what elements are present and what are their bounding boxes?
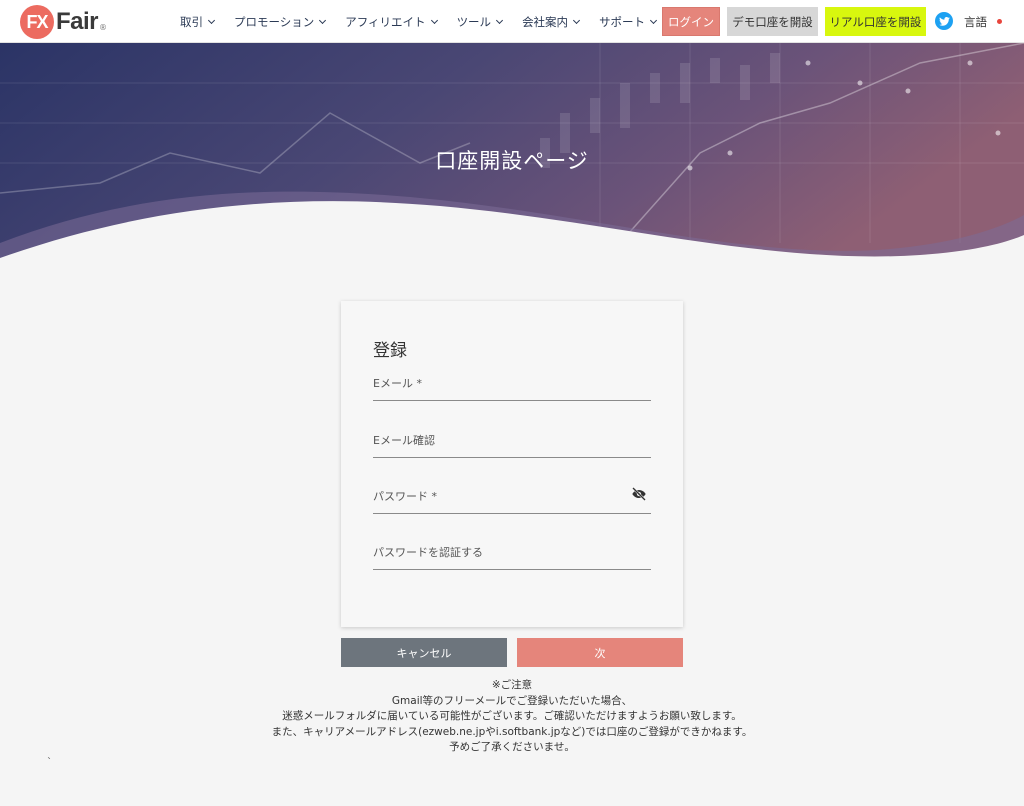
twitter-icon[interactable] [935,12,953,30]
nav-item-affiliate[interactable]: アフィリエイト [345,14,438,30]
site-header: FX Fair ® 取引 プロモーション アフィリエイト ツール 会社案内 サポ… [0,0,1024,43]
notice-heading: ※ご注意 [491,679,533,691]
chevron-down-icon [430,16,438,24]
open-demo-account-button[interactable]: デモ口座を開設 [727,7,818,36]
password-field[interactable]: パスワード * [373,484,651,514]
next-button[interactable]: 次 [517,638,683,667]
eye-off-icon[interactable] [631,486,647,505]
nav-item-company[interactable]: 会社案内 [522,14,581,30]
email-confirm-field[interactable]: Eメール確認 [373,428,651,458]
notice-block: ※ご注意 Gmail等のフリーメールでご登録いただいた場合、 迷惑メールフォルダ… [0,678,1024,756]
nav-label: サポート [599,14,646,29]
notice-line: 迷惑メールフォルダに届いている可能性がございます。ご確認いただけますようお願い致… [282,710,742,722]
nav-label: 取引 [180,14,203,29]
nav-item-support[interactable]: サポート [599,14,658,30]
chevron-down-icon [319,16,327,24]
email-confirm-label: Eメール確認 [373,434,435,447]
password-label: パスワード * [373,490,437,503]
notice-line: Gmail等のフリーメールでご登録いただいた場合、 [391,694,633,707]
nav-item-trading[interactable]: 取引 [180,14,216,30]
nav-label: ツール [456,14,492,29]
chevron-down-icon [650,16,658,24]
nav-item-promotion[interactable]: プロモーション [234,14,327,30]
logo-wordmark: Fair [56,8,99,35]
chevron-down-icon [207,16,216,24]
cancel-button[interactable]: キャンセル [341,638,507,667]
hero-banner: 口座開設ページ [0,43,1024,273]
login-button[interactable]: ログイン [662,7,720,36]
nav-label: 会社案内 [522,14,569,29]
main-nav: 取引 プロモーション アフィリエイト ツール 会社案内 サポート [180,0,676,43]
email-label: Eメール * [373,377,422,390]
chevron-down-icon [573,16,581,24]
open-real-account-button[interactable]: リアル口座を開設 [825,7,926,36]
language-indicator-dot [997,19,1002,24]
nav-label: アフィリエイト [345,14,426,29]
password-confirm-label: パスワードを認証する [373,546,483,559]
page-title: 口座開設ページ [435,149,589,173]
stray-mark: ` [47,757,52,768]
chevron-down-icon [496,16,504,24]
logo-registered: ® [99,23,108,32]
logo-mark: FX [20,5,54,39]
email-field[interactable]: Eメール * [373,371,651,401]
fxfair-logo[interactable]: FX Fair ® [20,5,107,39]
nav-item-tools[interactable]: ツール [456,14,504,30]
notice-line: 予めご了承くださいませ。 [449,741,575,753]
nav-label: プロモーション [234,14,315,29]
notice-line: また、キャリアメールアドレス(ezweb.ne.jpやi.softbank.jp… [271,725,753,738]
form-title: 登録 [373,341,407,361]
language-selector[interactable]: 言語 [964,14,987,30]
registration-card: 登録 Eメール * Eメール確認 パスワード * パスワードを認証する [341,301,683,627]
password-confirm-field[interactable]: パスワードを認証する [373,540,651,570]
